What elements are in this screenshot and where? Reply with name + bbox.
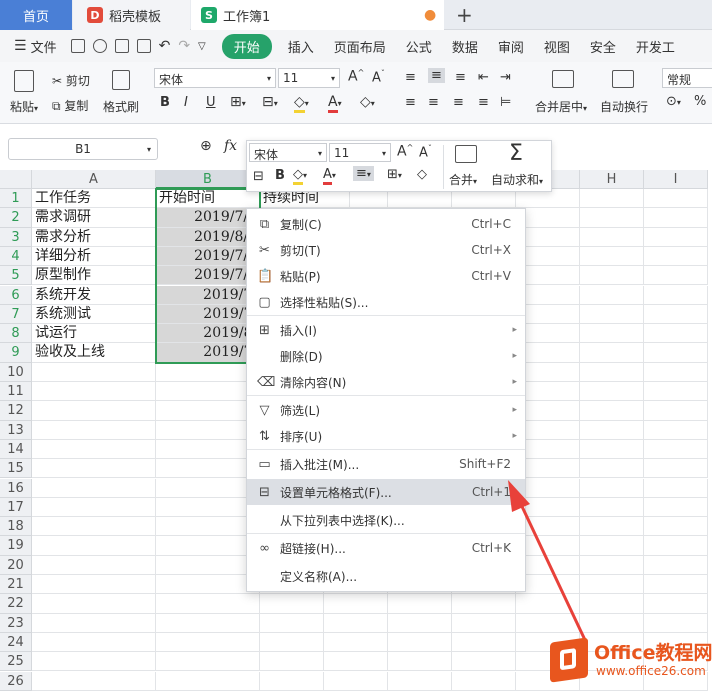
watermark: Office教程网 www.office26.com: [548, 634, 712, 686]
watermark-url: www.office26.com: [596, 664, 706, 678]
annotation-arrow-icon: [508, 480, 587, 641]
watermark-brand: Office教程网: [594, 642, 712, 664]
office-logo-icon: [550, 637, 588, 683]
